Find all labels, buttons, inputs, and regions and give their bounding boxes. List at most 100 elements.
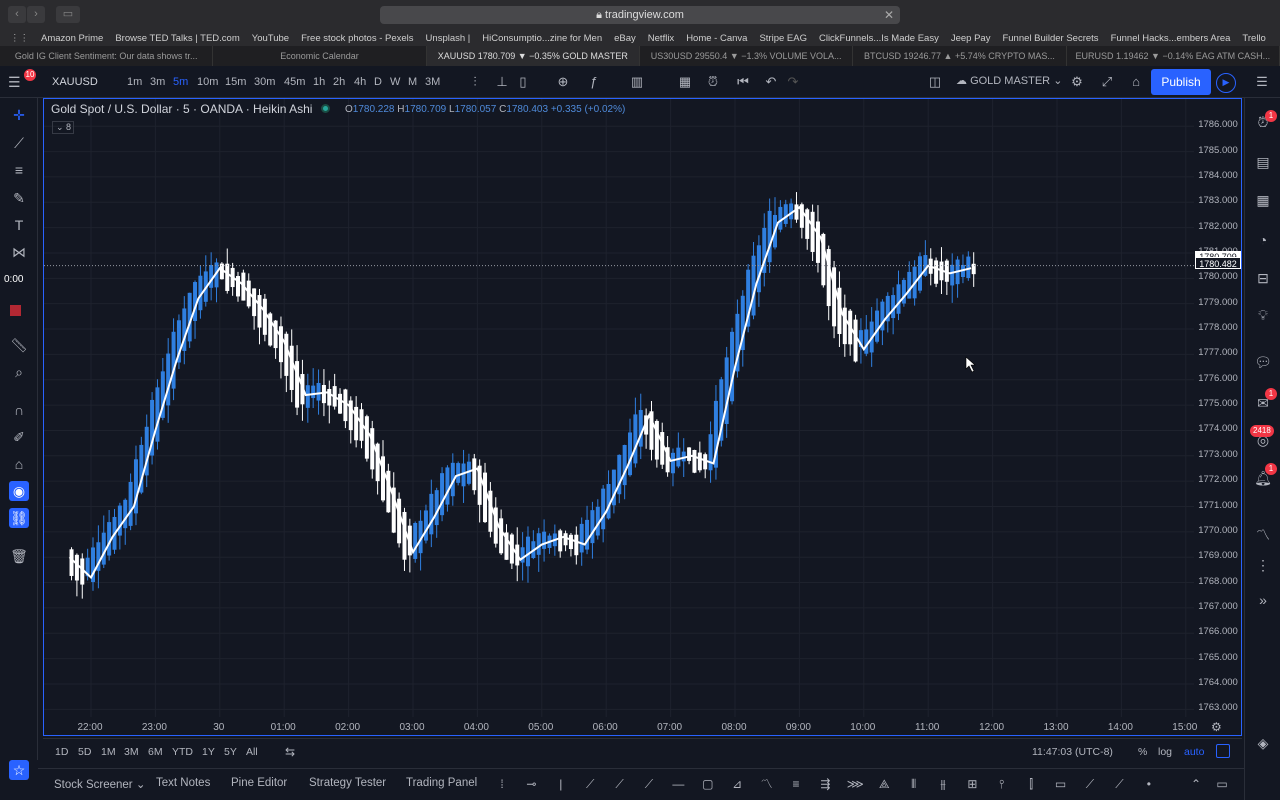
browser-tab[interactable]: BTCUSD 19246.77 ▲ +5.74% CRYPTO MAS... xyxy=(853,46,1067,66)
compare-add-icon[interactable]: ⊕ xyxy=(554,73,572,91)
chats-icon[interactable]: 💬︎ xyxy=(1253,352,1273,372)
url-field[interactable]: 🔒︎ tradingview.com xyxy=(380,6,900,24)
browser-tab[interactable]: Economic Calendar xyxy=(213,46,427,66)
indicators-icon[interactable]: ƒ xyxy=(585,73,603,91)
bookmark-item[interactable]: Trello xyxy=(1242,33,1265,44)
lock-tool-icon[interactable]: ⌂ xyxy=(9,454,29,474)
pitchfork-icon[interactable]: ⋙ xyxy=(847,776,864,792)
data-window-icon[interactable]: ▤ xyxy=(1253,152,1273,172)
anchored-line-icon[interactable]: ⟋ xyxy=(1111,776,1127,792)
chart-type-icon[interactable]: ⫶ xyxy=(466,73,484,91)
hotlist-icon[interactable]: ▦ xyxy=(1253,190,1273,210)
watchlist-icon[interactable]: ☰ xyxy=(1253,73,1271,91)
range-6M[interactable]: 6M xyxy=(148,746,163,758)
horizontal-ray-icon[interactable]: — xyxy=(670,776,686,792)
callout-icon[interactable]: ▭ xyxy=(1053,776,1069,792)
tab-stock-screener[interactable]: Stock Screener ⌄ xyxy=(54,777,145,791)
browser-tab[interactable]: Gold IG Client Sentiment: Our data shows… xyxy=(0,46,214,66)
percent-toggle[interactable]: % xyxy=(1138,746,1147,758)
chart-canvas[interactable] xyxy=(44,99,1241,735)
gann-icon[interactable]: ⟁ xyxy=(876,776,892,792)
chart-settings-gear-icon[interactable]: ⚙︎ xyxy=(1211,720,1225,734)
settings-icon[interactable]: ⚙︎ xyxy=(1068,73,1086,91)
timeframe-D[interactable]: D xyxy=(374,66,382,98)
timeframe-3m[interactable]: 3m xyxy=(150,66,165,98)
bookmark-item[interactable]: HiConsumptio...zine for Men xyxy=(482,33,602,44)
timeframe-1m[interactable]: 1m xyxy=(127,66,142,98)
bookmark-item[interactable]: Netflix xyxy=(648,33,674,44)
range-5D[interactable]: 5D xyxy=(78,746,91,758)
text-tool-icon[interactable]: T xyxy=(9,215,29,235)
browser-tab[interactable]: US30USD 29550.4 ▼ −1.3% VOLUME VOLA... xyxy=(640,46,854,66)
bar-type-icon[interactable]: ⊥ xyxy=(493,73,511,91)
publish-button[interactable]: Publish xyxy=(1151,69,1211,95)
ma-indicator-legend[interactable]: ⌄ 8 xyxy=(52,121,74,134)
trend-angle-icon[interactable]: ⟋ xyxy=(641,776,657,792)
range-1Y[interactable]: 1Y xyxy=(202,746,215,758)
forward-icon[interactable]: › xyxy=(27,6,45,23)
tab-pine-editor[interactable]: Pine Editor xyxy=(231,777,287,789)
timeframe-5m[interactable]: 5m xyxy=(173,66,188,98)
parallel-channel-icon[interactable]: ≡ xyxy=(788,776,804,792)
forecast-icon[interactable]: ⊞ xyxy=(964,776,980,792)
layout-name[interactable]: ☁︎ GOLD MASTER ⌄ xyxy=(956,74,1062,87)
pencil-lock-icon[interactable]: ✐ xyxy=(9,427,29,447)
timeframe-3M[interactable]: 3M xyxy=(425,66,440,98)
camera-icon[interactable]: ⌂ xyxy=(1127,73,1145,91)
range-5Y[interactable]: 5Y xyxy=(224,746,237,758)
dom-icon[interactable]: ⋮ xyxy=(1253,555,1273,575)
long-position-icon[interactable]: ⫴ xyxy=(906,776,922,792)
expand-icon[interactable]: » xyxy=(1253,590,1273,610)
arrow-icon[interactable]: ⟋ xyxy=(1082,776,1098,792)
bookmark-item[interactable]: Funnel Hacks...embers Area xyxy=(1111,33,1231,44)
rectangle-icon[interactable]: ▢ xyxy=(700,776,716,792)
close-url-icon[interactable]: ✕ xyxy=(884,8,894,22)
fullscreen-icon[interactable]: ⤢ xyxy=(1098,73,1116,91)
hide-drawings-icon[interactable]: ◉ xyxy=(9,481,29,501)
fib-icon[interactable]: ≡ xyxy=(9,160,29,180)
timeframe-10m[interactable]: 10m xyxy=(197,66,218,98)
ray-icon[interactable]: ⟋ xyxy=(582,776,598,792)
bookmark-item[interactable]: Unsplash | xyxy=(426,33,471,44)
sidebar-icon[interactable]: ▭ xyxy=(56,6,80,23)
trash-icon[interactable]: 🗑︎ xyxy=(9,546,29,566)
timeframe-30m[interactable]: 30m xyxy=(254,66,275,98)
templates-icon[interactable]: ▦ xyxy=(676,73,694,91)
layout-icon[interactable]: ◫ xyxy=(926,73,944,91)
curve-icon[interactable]: 〽 xyxy=(759,776,775,792)
alert-icon[interactable]: ⏰︎ xyxy=(704,73,722,91)
bookmark-item[interactable]: Amazon Prime xyxy=(41,33,103,44)
timeframe-45m[interactable]: 45m xyxy=(284,66,305,98)
candles-icon[interactable]: ▯ xyxy=(514,73,532,91)
date-range-icon[interactable]: ⇆ xyxy=(285,745,295,759)
ruler-icon[interactable]: 📏︎ xyxy=(9,335,29,355)
panel-window-icon[interactable]: ▭ xyxy=(1214,776,1230,792)
hline-icon[interactable]: ⊸ xyxy=(523,776,539,792)
pine-line-icon[interactable]: 〽 xyxy=(1253,525,1273,545)
bookmark-item[interactable]: eBay xyxy=(614,33,636,44)
sync-link-icon[interactable]: ⛓︎ xyxy=(9,508,29,528)
symbol-search[interactable]: XAUUSD xyxy=(52,66,98,98)
financials-icon[interactable]: ▥ xyxy=(628,73,646,91)
browser-tab[interactable]: XAUUSD 1780.709 ▼ −0.35% GOLD MASTER xyxy=(426,46,640,66)
replay-icon[interactable]: ⏮︎ xyxy=(734,73,752,91)
bookmark-item[interactable]: Funnel Builder Secrets xyxy=(1002,33,1098,44)
brush-icon[interactable]: ✎ xyxy=(9,188,29,208)
collapse-panel-icon[interactable]: ⌃ xyxy=(1188,776,1204,792)
regression-icon[interactable]: ⇶ xyxy=(817,776,833,792)
magnet-icon[interactable]: ∩ xyxy=(9,400,29,420)
trendline-icon[interactable]: ⟋ xyxy=(9,133,29,153)
drag-handle-icon[interactable]: ⁞ xyxy=(494,776,510,792)
zoom-icon[interactable]: ⌕ xyxy=(9,362,29,382)
timeframe-15m[interactable]: 15m xyxy=(225,66,246,98)
ideas-bulb-icon[interactable]: 💡︎ xyxy=(1253,305,1273,325)
short-position-icon[interactable]: ⫵ xyxy=(935,776,951,792)
triangle-icon[interactable]: ⊿ xyxy=(729,776,745,792)
browser-tab[interactable]: EURUSD 1.19462 ▼ −0.14% EAG ATM CASH... xyxy=(1067,46,1280,66)
timeframe-M[interactable]: M xyxy=(408,66,417,98)
extended-line-icon[interactable]: ⟋ xyxy=(612,776,628,792)
timeframe-2h[interactable]: 2h xyxy=(333,66,345,98)
timeframe-1h[interactable]: 1h xyxy=(313,66,325,98)
projection-icon[interactable]: ⫿ xyxy=(1023,776,1039,792)
range-1D[interactable]: 1D xyxy=(55,746,68,758)
